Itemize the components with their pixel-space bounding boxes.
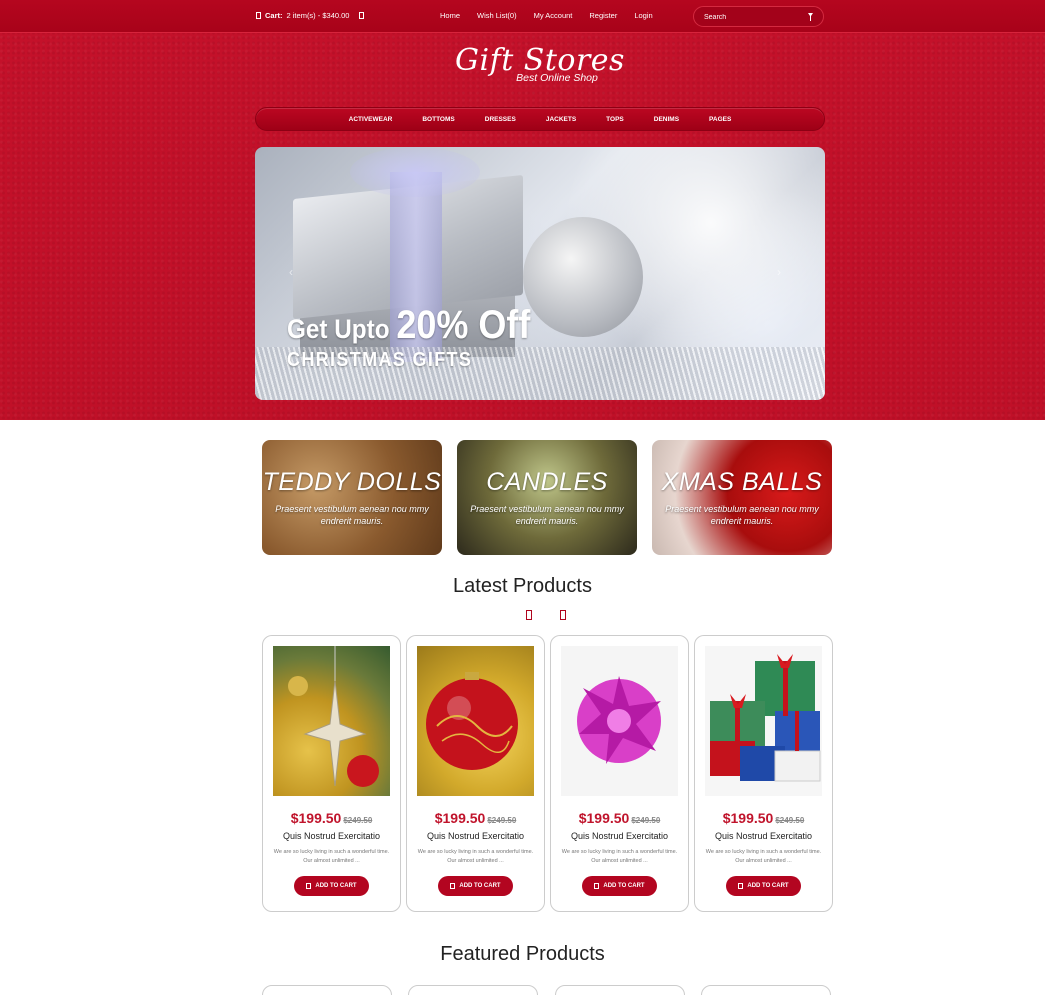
add-to-cart-label: ADD TO CART — [603, 883, 645, 889]
hero-slider[interactable]: ‹ › Get Upto 20% Off CHRISTMAS GIFTS — [255, 147, 825, 400]
banner-title: XMAS BALLS — [661, 468, 823, 496]
product-name[interactable]: Quis Nostrud Exercitatio — [551, 831, 688, 841]
link-my-account[interactable]: My Account — [534, 11, 573, 20]
banner-desc: Praesent vestibulum aenean nou mmy endre… — [275, 504, 429, 526]
price-current: $199.50 — [434, 810, 486, 826]
product-card: $199.50 $249.50 Quis Nostrud Exercitatio … — [406, 635, 545, 912]
product-name[interactable]: Quis Nostrud Exercitatio — [263, 831, 400, 841]
nav-item-denims[interactable]: DENIMS — [639, 116, 694, 123]
gift-boxes-icon — [710, 654, 821, 782]
banner-title: TEDDY DOLLS — [262, 468, 442, 496]
top-links: Home Wish List(0) My Account Register Lo… — [440, 11, 653, 20]
slide-line1-prefix: Get Upto — [287, 314, 390, 344]
cart-label: Cart: — [265, 11, 283, 20]
price-old: $249.50 — [775, 816, 805, 825]
caret-down-icon — [359, 12, 365, 19]
featured-product-card — [555, 985, 685, 995]
cart-icon — [450, 883, 456, 889]
cart-icon — [306, 883, 312, 889]
add-to-cart-button[interactable]: ADD TO CART — [726, 876, 801, 896]
product-card: $199.50 $249.50 Quis Nostrud Exercitatio … — [262, 635, 401, 912]
price-current: $199.50 — [722, 810, 774, 826]
bow-image — [350, 147, 480, 197]
search-box — [693, 6, 824, 27]
banner-xmas-balls[interactable]: XMAS BALLS Praesent vestibulum aenean no… — [652, 440, 832, 555]
featured-products-title: Featured Products — [440, 943, 605, 965]
link-login[interactable]: Login — [634, 11, 652, 20]
add-to-cart-button[interactable]: ADD TO CART — [294, 876, 369, 896]
banner-teddy-dolls[interactable]: TEDDY DOLLS Praesent vestibulum aenean n… — [262, 440, 442, 555]
featured-product-card — [262, 985, 392, 995]
pink-bow-icon — [577, 676, 661, 764]
price-current: $199.50 — [578, 810, 630, 826]
banner-candles[interactable]: CANDLES Praesent vestibulum aenean nou m… — [457, 440, 637, 555]
product-desc: We are so lucky living in such a wonderf… — [273, 849, 390, 864]
top-bar: Cart: 2 item(s) - $340.00 Home Wish List… — [0, 0, 1045, 33]
add-to-cart-label: ADD TO CART — [315, 883, 357, 889]
nav-item-bottoms[interactable]: BOTTOMS — [407, 116, 469, 123]
nav-item-activewear[interactable]: ACTIVEWEAR — [334, 116, 408, 123]
nav-item-jackets[interactable]: JACKETS — [531, 116, 591, 123]
red-bauble-icon — [426, 672, 518, 770]
product-name[interactable]: Quis Nostrud Exercitatio — [407, 831, 544, 841]
nav-item-pages[interactable]: PAGES — [694, 116, 746, 123]
product-card: $199.50 $249.50 Quis Nostrud Exercitatio … — [694, 635, 833, 912]
link-register[interactable]: Register — [589, 11, 617, 20]
nav-item-tops[interactable]: TOPS — [591, 116, 639, 123]
product-price: $199.50 $249.50 — [407, 810, 544, 828]
carousel-prev-icon[interactable] — [526, 610, 532, 620]
product-price: $199.50 $249.50 — [551, 810, 688, 828]
featured-product-card — [408, 985, 538, 995]
link-wishlist[interactable]: Wish List(0) — [477, 11, 517, 20]
link-home[interactable]: Home — [440, 11, 460, 20]
product-image[interactable] — [273, 646, 390, 796]
carousel-next-icon[interactable] — [560, 610, 566, 620]
add-to-cart-label: ADD TO CART — [459, 883, 501, 889]
add-to-cart-label: ADD TO CART — [747, 883, 789, 889]
banner-desc: Praesent vestibulum aenean nou mmy endre… — [470, 504, 624, 526]
cart-total: 2 item(s) - $340.00 — [286, 11, 350, 20]
product-name[interactable]: Quis Nostrud Exercitatio — [695, 831, 832, 841]
cart-icon — [256, 12, 261, 19]
search-input[interactable] — [704, 11, 804, 23]
nav-item-dresses[interactable]: DRESSES — [470, 116, 531, 123]
star-ornament-icon — [288, 646, 379, 787]
cart-icon — [738, 883, 744, 889]
category-nav: ACTIVEWEAR BOTTOMS DRESSES JACKETS TOPS … — [255, 107, 825, 131]
search-icon[interactable] — [807, 12, 814, 22]
cart-icon — [594, 883, 600, 889]
product-card: $199.50 $249.50 Quis Nostrud Exercitatio … — [550, 635, 689, 912]
site-logo[interactable]: Gift Stores Best Online Shop — [440, 44, 640, 85]
price-old: $249.50 — [631, 816, 661, 825]
slide-caption: Get Upto 20% Off CHRISTMAS GIFTS — [287, 305, 557, 372]
banner-title: CANDLES — [486, 468, 608, 496]
price-current: $199.50 — [290, 810, 342, 826]
product-image[interactable] — [561, 646, 678, 796]
product-desc: We are so lucky living in such a wonderf… — [561, 849, 678, 864]
slide-line1-highlight: 20% Off — [396, 303, 531, 347]
banner-desc: Praesent vestibulum aenean nou mmy endre… — [665, 504, 819, 526]
add-to-cart-button[interactable]: ADD TO CART — [438, 876, 513, 896]
product-price: $199.50 $249.50 — [263, 810, 400, 828]
slider-next-icon[interactable]: › — [777, 265, 785, 279]
cart-summary[interactable]: Cart: 2 item(s) - $340.00 — [256, 11, 365, 20]
latest-products-title: Latest Products — [453, 575, 592, 597]
product-desc: We are so lucky living in such a wonderf… — [417, 849, 534, 864]
product-image[interactable] — [705, 646, 822, 796]
featured-product-card — [701, 985, 831, 995]
slider-prev-icon[interactable]: ‹ — [289, 265, 297, 279]
product-image[interactable] — [417, 646, 534, 796]
product-desc: We are so lucky living in such a wonderf… — [705, 849, 822, 864]
add-to-cart-button[interactable]: ADD TO CART — [582, 876, 657, 896]
product-price: $199.50 $249.50 — [695, 810, 832, 828]
carousel-controls — [526, 610, 566, 620]
price-old: $249.50 — [343, 816, 373, 825]
price-old: $249.50 — [487, 816, 517, 825]
slide-line2: CHRISTMAS GIFTS — [287, 349, 473, 371]
